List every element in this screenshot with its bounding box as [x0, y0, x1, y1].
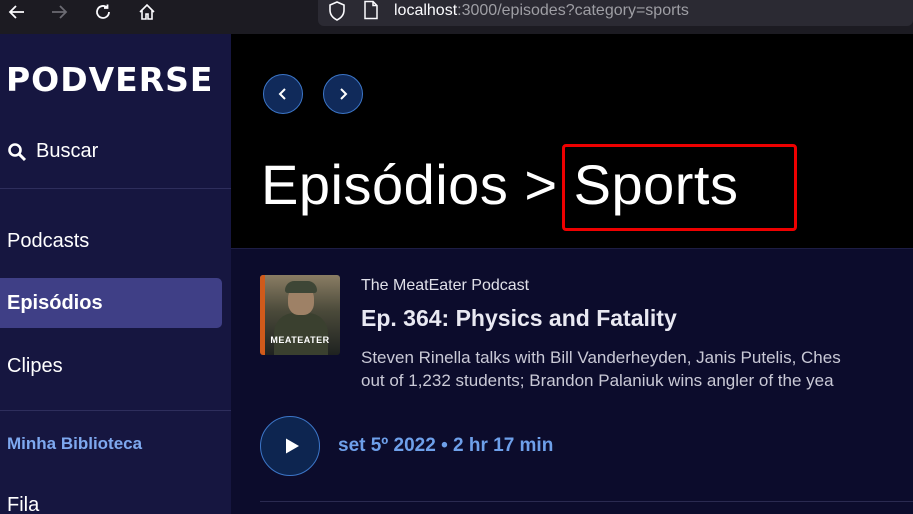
thumbnail-brand: MEATEATER	[270, 335, 330, 345]
episode-description-line: out of 1,232 students; Brandon Palaniuk …	[361, 371, 834, 390]
home-button[interactable]	[130, 0, 164, 24]
page-icon[interactable]	[362, 0, 380, 20]
play-icon	[285, 438, 299, 454]
url-host: localhost	[394, 2, 458, 19]
main-content: Episódios > Sports MEATEATER The MeatEat…	[231, 34, 913, 514]
library-heading: Minha Biblioteca	[7, 434, 143, 453]
podcast-name[interactable]: The MeatEater Podcast	[361, 277, 529, 295]
thumbnail-figure-cap	[285, 281, 317, 293]
episode-list: MEATEATER The MeatEater Podcast Ep. 364:…	[231, 248, 913, 514]
url-path: :3000/episodes?category=sports	[457, 2, 689, 19]
arrow-right-icon	[52, 5, 68, 19]
url-text[interactable]: localhost:3000/episodes?category=sports	[394, 0, 689, 22]
play-button[interactable]	[260, 416, 320, 476]
sidebar-divider	[0, 410, 231, 411]
search-link[interactable]: Buscar	[7, 140, 98, 163]
search-label: Buscar	[36, 140, 99, 162]
search-icon	[8, 142, 27, 161]
page-title-prefix: Episódios >	[261, 153, 574, 216]
history-back-button[interactable]	[263, 74, 303, 114]
home-icon	[139, 3, 155, 20]
episode-row-divider	[260, 501, 913, 502]
arrow-left-icon	[8, 5, 24, 19]
reload-icon	[96, 4, 110, 19]
back-button[interactable]	[0, 0, 34, 24]
thumbnail-figure-body	[274, 313, 328, 355]
browser-toolbar: localhost:3000/episodes?category=sports	[0, 0, 913, 34]
history-forward-button[interactable]	[323, 74, 363, 114]
sidebar-divider	[0, 188, 231, 189]
podcast-thumbnail[interactable]: MEATEATER	[260, 275, 340, 355]
chevron-right-icon	[340, 88, 348, 100]
address-bar[interactable]: localhost:3000/episodes?category=sports	[318, 0, 913, 26]
reload-button[interactable]	[86, 0, 120, 24]
sidebar: PODVERSE Buscar Podcasts Episódios Clipe…	[0, 34, 231, 514]
sidebar-item-queue[interactable]: Fila	[0, 480, 222, 514]
chevron-left-icon	[278, 88, 286, 100]
podverse-logo[interactable]: PODVERSE	[6, 60, 213, 99]
sidebar-item-podcasts[interactable]: Podcasts	[0, 216, 222, 266]
episode-description: Steven Rinella talks with Bill Vanderhey…	[361, 346, 913, 392]
category-highlight-box	[562, 144, 797, 231]
shield-icon[interactable]	[326, 0, 348, 22]
sidebar-item-clips[interactable]: Clipes	[0, 341, 222, 391]
forward-button[interactable]	[42, 0, 76, 24]
episode-date-duration: set 5º 2022 • 2 hr 17 min	[338, 435, 554, 456]
episode-title[interactable]: Ep. 364: Physics and Fatality	[361, 305, 677, 332]
sidebar-item-episodes[interactable]: Episódios	[0, 278, 222, 328]
episode-description-line: Steven Rinella talks with Bill Vanderhey…	[361, 348, 841, 367]
